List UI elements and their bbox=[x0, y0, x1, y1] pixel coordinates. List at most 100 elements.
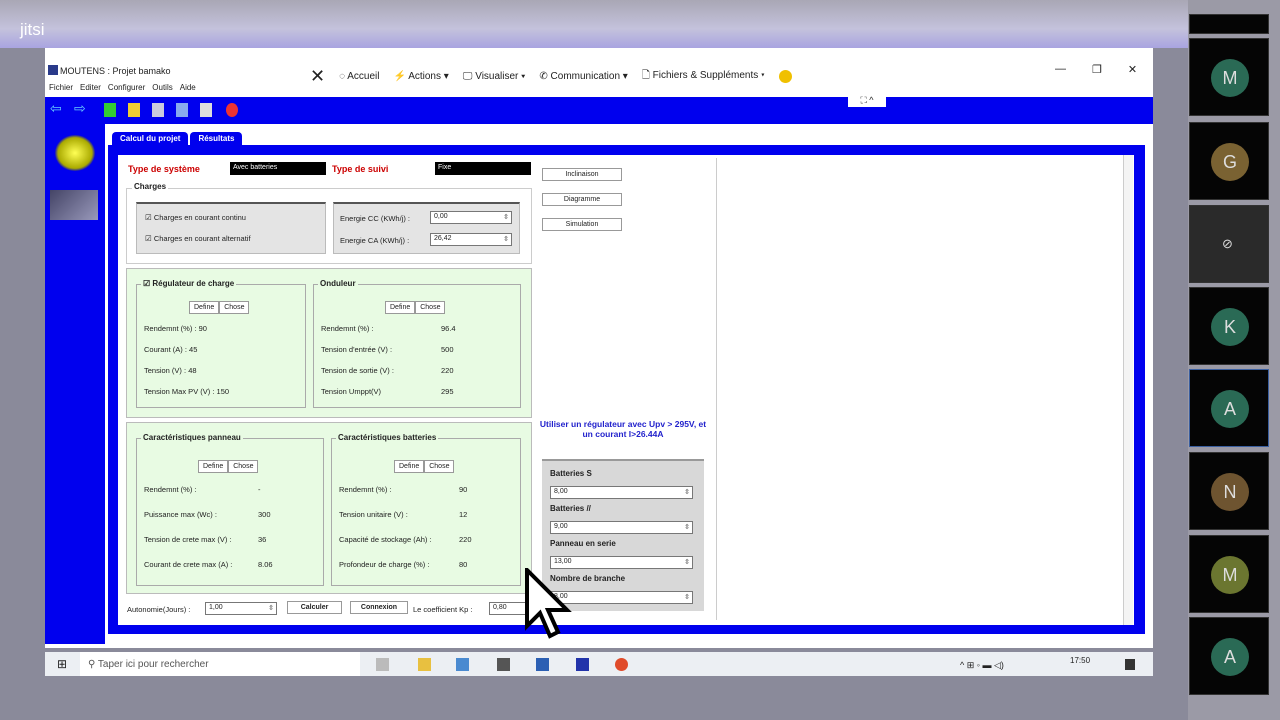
dc-charges-checkbox[interactable]: ☑ Charges en courant continu bbox=[145, 213, 246, 222]
moutens-icon[interactable] bbox=[576, 658, 589, 671]
view-button[interactable]: 🖵 Visualiser ▾ bbox=[463, 71, 526, 82]
save-icon[interactable] bbox=[152, 103, 164, 117]
energy-dc-value: 0,00 bbox=[434, 213, 448, 220]
regulator-define-button[interactable]: Define bbox=[189, 301, 220, 314]
divider bbox=[716, 158, 717, 620]
result-input[interactable]: 8,00 ⇳ bbox=[550, 486, 693, 499]
ac-charges-checkbox[interactable]: ☑ Charges en courant alternatif bbox=[145, 234, 251, 243]
tab-calcul[interactable]: Calcul du projet bbox=[112, 132, 189, 145]
kp-input[interactable]: 0,80 bbox=[489, 602, 527, 615]
inclinaison-button[interactable]: Inclinaison bbox=[542, 168, 622, 181]
regulator-row: Courant (A) : 45 bbox=[144, 345, 197, 354]
explorer-icon[interactable] bbox=[418, 658, 431, 671]
taskbar-search[interactable]: ⚲ Taper ici pour rechercher bbox=[80, 652, 360, 676]
monitor-icon: 🖵 bbox=[462, 71, 473, 82]
participant-tile[interactable] bbox=[1189, 14, 1269, 34]
print-icon[interactable] bbox=[200, 103, 212, 117]
windows-start-icon[interactable]: ⊞ bbox=[57, 657, 67, 671]
spinner-icon[interactable]: ⇳ bbox=[684, 558, 690, 566]
participant-tile[interactable]: M bbox=[1189, 535, 1269, 613]
autonomy-input[interactable]: 1,00 ⇳ bbox=[205, 602, 277, 615]
battery-choose-button[interactable]: Chose bbox=[424, 460, 455, 473]
task-view-icon[interactable] bbox=[376, 658, 389, 671]
scrollbar[interactable] bbox=[1123, 155, 1133, 625]
row-label: Rendemnt (%) : bbox=[144, 324, 197, 333]
row-label: Rendemnt (%) : bbox=[321, 324, 374, 333]
spinner-icon[interactable]: ⇳ bbox=[503, 235, 509, 243]
energy-dc-input[interactable]: 0,00 ⇳ bbox=[430, 211, 512, 224]
panel-buttons: Define Chose bbox=[198, 460, 259, 473]
files-button[interactable]: 🗋 Fichiers & Suppléments ▾ bbox=[642, 68, 765, 85]
regulator-checkbox[interactable]: ☑ bbox=[143, 279, 152, 288]
new-icon[interactable] bbox=[104, 103, 116, 117]
app-icon-taskbar[interactable] bbox=[456, 658, 469, 671]
close-session-button[interactable]: ✕ bbox=[310, 66, 325, 87]
row-label: Tension de crete max (V) : bbox=[144, 535, 232, 544]
smiley-icon[interactable] bbox=[778, 70, 792, 83]
system-tray-icons[interactable]: ^ ⊞ ◦ ▬ ◁) bbox=[960, 660, 1004, 671]
tracking-type-select[interactable]: Fixe bbox=[435, 162, 531, 175]
participant-tile[interactable]: A bbox=[1189, 369, 1269, 447]
menu-aide[interactable]: Aide bbox=[180, 83, 196, 92]
notifications-icon[interactable] bbox=[1125, 659, 1135, 670]
tab-resultats[interactable]: Résultats bbox=[190, 132, 243, 145]
row-value: - bbox=[258, 485, 261, 494]
system-type-select[interactable]: Avec batteries bbox=[230, 162, 326, 175]
panel-choose-button[interactable]: Chose bbox=[228, 460, 259, 473]
result-input[interactable]: 9,00 ⇳ bbox=[550, 521, 693, 534]
minimize-button[interactable]: — bbox=[1055, 63, 1066, 76]
diagramme-button[interactable]: Diagramme bbox=[542, 193, 622, 206]
actions-button[interactable]: ⚡ Actions ▾ bbox=[394, 71, 449, 82]
battery-define-button[interactable]: Define bbox=[394, 460, 425, 473]
exit-icon[interactable] bbox=[226, 103, 238, 117]
menu-editer[interactable]: Editer bbox=[80, 83, 101, 92]
spinner-icon[interactable]: ⇳ bbox=[684, 488, 690, 496]
menu-outils[interactable]: Outils bbox=[152, 83, 172, 92]
table-icon[interactable] bbox=[176, 103, 188, 117]
sun-nav-icon[interactable] bbox=[55, 135, 95, 171]
view-label: Visualiser ▾ bbox=[475, 71, 526, 82]
communication-button[interactable]: ✆ Communication ▾ bbox=[539, 71, 627, 82]
word-icon[interactable] bbox=[536, 658, 549, 671]
participant-tile[interactable]: N bbox=[1189, 452, 1269, 530]
row-label: Tension (V) : bbox=[144, 366, 187, 375]
row-label: Rendemnt (%) : bbox=[144, 485, 197, 494]
spinner-icon[interactable]: ⇳ bbox=[684, 523, 690, 531]
inverter-define-button[interactable]: Define bbox=[385, 301, 416, 314]
row-value: 295 bbox=[441, 387, 454, 396]
participant-tile[interactable]: K bbox=[1189, 287, 1269, 365]
row-value: 90 bbox=[198, 324, 207, 333]
simulation-button[interactable]: Simulation bbox=[542, 218, 622, 231]
chrome-icon[interactable] bbox=[615, 658, 628, 671]
participant-tile[interactable]: ⊘ bbox=[1189, 205, 1269, 283]
camera-off-icon: ⊘ bbox=[1222, 236, 1233, 251]
tab-bar: Calcul du projet Résultats bbox=[112, 132, 244, 145]
spinner-icon[interactable]: ⇳ bbox=[684, 593, 690, 601]
actions-label: Actions ▾ bbox=[408, 71, 449, 82]
comm-label: Communication ▾ bbox=[550, 71, 628, 82]
close-button[interactable]: ✕ bbox=[1128, 63, 1137, 76]
participant-tile[interactable]: A bbox=[1189, 617, 1269, 695]
panel-define-button[interactable]: Define bbox=[198, 460, 229, 473]
back-icon[interactable]: ⇦ bbox=[50, 100, 62, 116]
spinner-icon[interactable]: ⇳ bbox=[503, 213, 509, 221]
maximize-button[interactable]: ❐ bbox=[1092, 63, 1102, 76]
participant-tile[interactable]: M bbox=[1189, 38, 1269, 116]
energy-ac-input[interactable]: 26,42 ⇳ bbox=[430, 233, 512, 246]
spinner-icon[interactable]: ⇳ bbox=[268, 604, 274, 612]
panel-row: Tension de crete max (V) : 36 bbox=[144, 535, 266, 544]
menu-fichier[interactable]: Fichier bbox=[49, 83, 73, 92]
panel-nav-icon[interactable] bbox=[50, 190, 98, 220]
inverter-choose-button[interactable]: Chose bbox=[415, 301, 446, 314]
participant-tile[interactable]: G bbox=[1189, 122, 1269, 200]
result-value: 8,00 bbox=[554, 488, 568, 495]
regulator-choose-button[interactable]: Chose bbox=[219, 301, 250, 314]
app2-icon[interactable] bbox=[497, 658, 510, 671]
forward-icon[interactable]: ⇨ bbox=[74, 100, 86, 116]
home-button[interactable]: ◌ Accueil bbox=[339, 71, 379, 82]
open-icon[interactable] bbox=[128, 103, 140, 117]
calculer-button[interactable]: Calculer bbox=[287, 601, 342, 614]
connexion-button[interactable]: Connexion bbox=[350, 601, 408, 614]
collapse-toolbar-button[interactable]: ⛶ ^ bbox=[848, 95, 886, 107]
menu-configurer[interactable]: Configurer bbox=[108, 83, 145, 92]
